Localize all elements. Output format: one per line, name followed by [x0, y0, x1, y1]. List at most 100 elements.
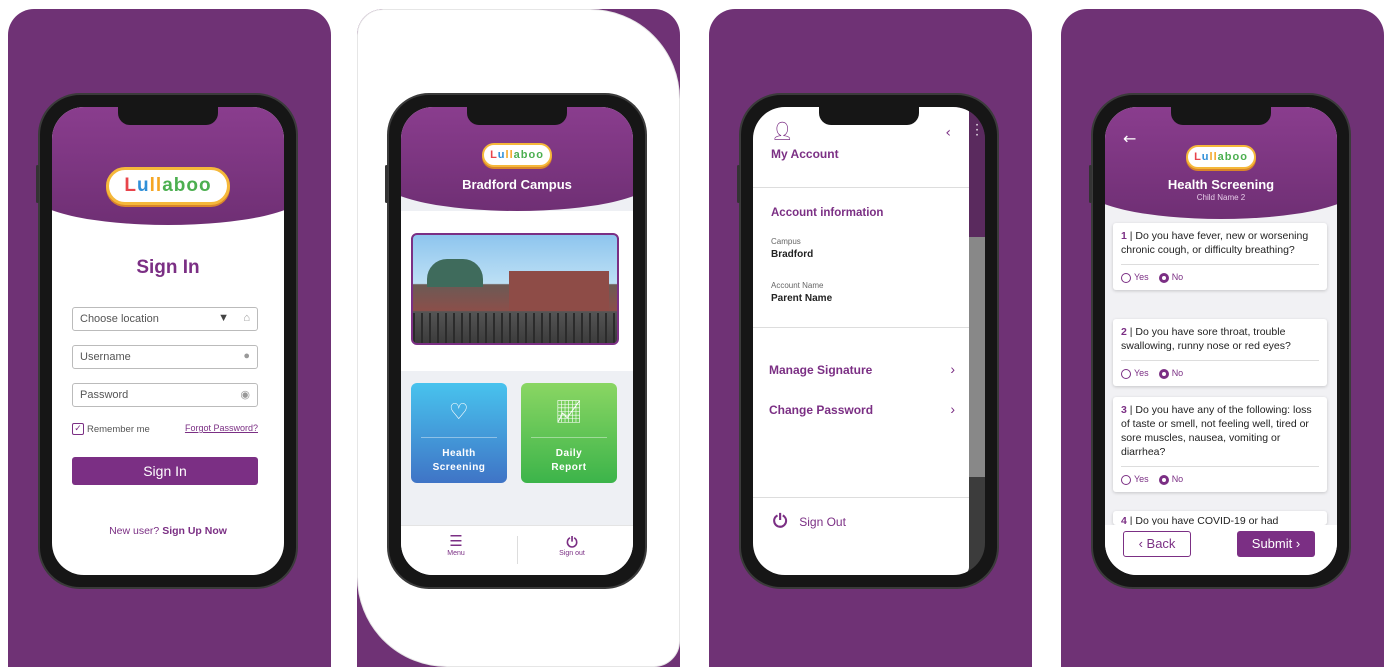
question-card: 3 | Do you have any of the following: lo…	[1113, 397, 1327, 492]
manage-signature-label: Manage Signature	[769, 363, 873, 377]
yes-radio[interactable]: Yes	[1121, 270, 1149, 284]
signout-label: Sign Out	[799, 514, 846, 529]
fence-shape	[413, 313, 617, 343]
signout-label: Sign out	[559, 550, 585, 557]
menu-label: Menu	[447, 550, 465, 557]
phone-notch	[1171, 107, 1271, 125]
question-number: 3	[1121, 404, 1127, 416]
brand-logo: Lullaboo	[1186, 145, 1256, 169]
account-title: My Account	[771, 147, 839, 161]
question-text: Do you have sore throat, trouble swallow…	[1121, 326, 1291, 352]
home-panel: Lullaboo Bradford Campus ♡ Health Screeni…	[357, 9, 680, 667]
home-screen: Lullaboo Bradford Campus ♡ Health Screeni…	[401, 107, 633, 575]
username-placeholder: Username	[80, 351, 131, 363]
remember-me-checkbox[interactable]: ✓ Remember me	[72, 423, 150, 435]
location-placeholder: Choose location	[80, 313, 159, 325]
submit-label: Submit	[1251, 536, 1293, 551]
checkbox-check-icon: ✓	[72, 423, 84, 435]
footer-bar: ‹ Back Submit ›	[1105, 525, 1337, 575]
remember-label: Remember me	[87, 423, 150, 435]
location-select[interactable]: Choose location ▼ ⌂	[72, 307, 258, 331]
question-number: 1	[1121, 230, 1127, 242]
password-field[interactable]: Password ◉	[72, 383, 258, 407]
no-radio[interactable]: No	[1158, 472, 1183, 486]
tile-label-1: Health	[442, 448, 476, 459]
password-placeholder: Password	[80, 389, 129, 401]
question-card: 4 | Do you have COVID-19 or had	[1113, 511, 1327, 525]
campus-value: Bradford	[771, 249, 814, 260]
no-radio[interactable]: No	[1158, 270, 1183, 284]
phone-notch	[118, 107, 218, 125]
question-text: Do you have any of the following: loss o…	[1121, 404, 1312, 458]
daily-report-tile[interactable]: 📈︎ Daily Report	[521, 383, 617, 483]
question-card: 1 | Do you have fever, new or worsening …	[1113, 223, 1327, 290]
question-number: 4	[1121, 515, 1127, 525]
change-password-item[interactable]: Change Password ›	[769, 401, 955, 417]
power-icon: ⏻	[566, 534, 578, 550]
child-name: Child Name 2	[1196, 193, 1246, 202]
collapse-chevron-icon[interactable]: ‹	[945, 125, 951, 141]
screening-title: Health Screening	[1167, 177, 1275, 192]
campus-label: Campus	[771, 237, 801, 246]
canopy-shape	[427, 259, 483, 287]
account-section-title: Account information	[771, 207, 884, 219]
signin-button[interactable]: Sign In	[72, 457, 258, 485]
chevron-right-icon: ›	[950, 401, 955, 417]
phone-frame: · · · 👤︎ ‹ My Account Account information …	[737, 93, 999, 589]
phone-notch	[467, 107, 567, 125]
account-name-label: Account Name	[771, 281, 824, 290]
eye-icon: ◉	[240, 389, 250, 401]
signout-button[interactable]: ⏻ Sign Out	[773, 511, 846, 532]
yes-radio[interactable]: Yes	[1121, 472, 1149, 486]
chevron-right-icon: ›	[1295, 536, 1301, 551]
signin-panel: Lullaboo Sign In Choose location ▼ ⌂ Use…	[8, 9, 331, 667]
forgot-password-link[interactable]: Forgot Password?	[185, 423, 258, 433]
chevron-left-icon: ‹	[1138, 536, 1143, 551]
more-vert-icon[interactable]: · · ·	[975, 119, 979, 141]
bottom-nav: ☰ Menu ⏻ Sign out	[401, 525, 633, 575]
tile-label-1: Daily	[555, 448, 583, 459]
brand-logo: Lullaboo	[482, 143, 552, 167]
signin-screen: Lullaboo Sign In Choose location ▼ ⌂ Use…	[52, 107, 284, 575]
back-arrow-icon[interactable]: ←	[1123, 129, 1136, 148]
hamburger-icon: ☰	[449, 533, 463, 550]
yes-radio[interactable]: Yes	[1121, 366, 1149, 380]
logo-text: Lullaboo	[124, 175, 212, 196]
question-text: Do you have COVID-19 or had	[1135, 515, 1279, 525]
building-shape	[509, 271, 609, 311]
signin-title: Sign In	[136, 257, 200, 278]
phone-frame: ← Lullaboo Health Screening Child Name 2…	[1089, 93, 1351, 589]
screening-panel: ← Lullaboo Health Screening Child Name 2…	[1061, 9, 1384, 667]
no-radio[interactable]: No	[1158, 366, 1183, 380]
signout-nav-item[interactable]: ⏻ Sign out	[537, 534, 607, 557]
brand-logo: Lullaboo	[106, 167, 230, 205]
account-panel: · · · 👤︎ ‹ My Account Account information …	[709, 9, 1032, 667]
screening-screen: ← Lullaboo Health Screening Child Name 2…	[1105, 107, 1337, 575]
manage-signature-item[interactable]: Manage Signature ›	[769, 361, 955, 377]
user-avatar-icon: 👤︎	[771, 121, 794, 142]
chevron-right-icon: ›	[950, 361, 955, 377]
home-icon: ⌂	[243, 312, 250, 324]
signup-prompt: New user? Sign Up Now	[52, 525, 284, 537]
back-button[interactable]: ‹ Back	[1123, 531, 1191, 557]
signup-link[interactable]: Sign Up Now	[162, 525, 227, 537]
account-name-value: Parent Name	[771, 293, 833, 304]
change-password-label: Change Password	[769, 403, 874, 417]
heart-pulse-icon: ♡	[448, 399, 470, 424]
tile-label-2: Report	[551, 462, 587, 473]
account-screen: · · · 👤︎ ‹ My Account Account information …	[753, 107, 985, 575]
submit-button[interactable]: Submit ›	[1237, 531, 1315, 557]
phone-frame: Lullaboo Bradford Campus ♡ Health Screeni…	[385, 93, 647, 589]
user-icon: ●	[243, 350, 250, 362]
phone-frame: Lullaboo Sign In Choose location ▼ ⌂ Use…	[36, 93, 298, 589]
campus-title: Bradford Campus	[462, 177, 572, 192]
campus-photo	[411, 233, 619, 345]
power-icon: ⏻	[773, 511, 788, 531]
health-screening-tile[interactable]: ♡ Health Screening	[411, 383, 507, 483]
username-field[interactable]: Username ●	[72, 345, 258, 369]
question-card: 2 | Do you have sore throat, trouble swa…	[1113, 319, 1327, 386]
phone-notch	[819, 107, 919, 125]
new-user-text: New user?	[109, 525, 160, 537]
menu-nav-item[interactable]: ☰ Menu	[421, 533, 491, 558]
logo-text: Lullaboo	[490, 149, 544, 161]
